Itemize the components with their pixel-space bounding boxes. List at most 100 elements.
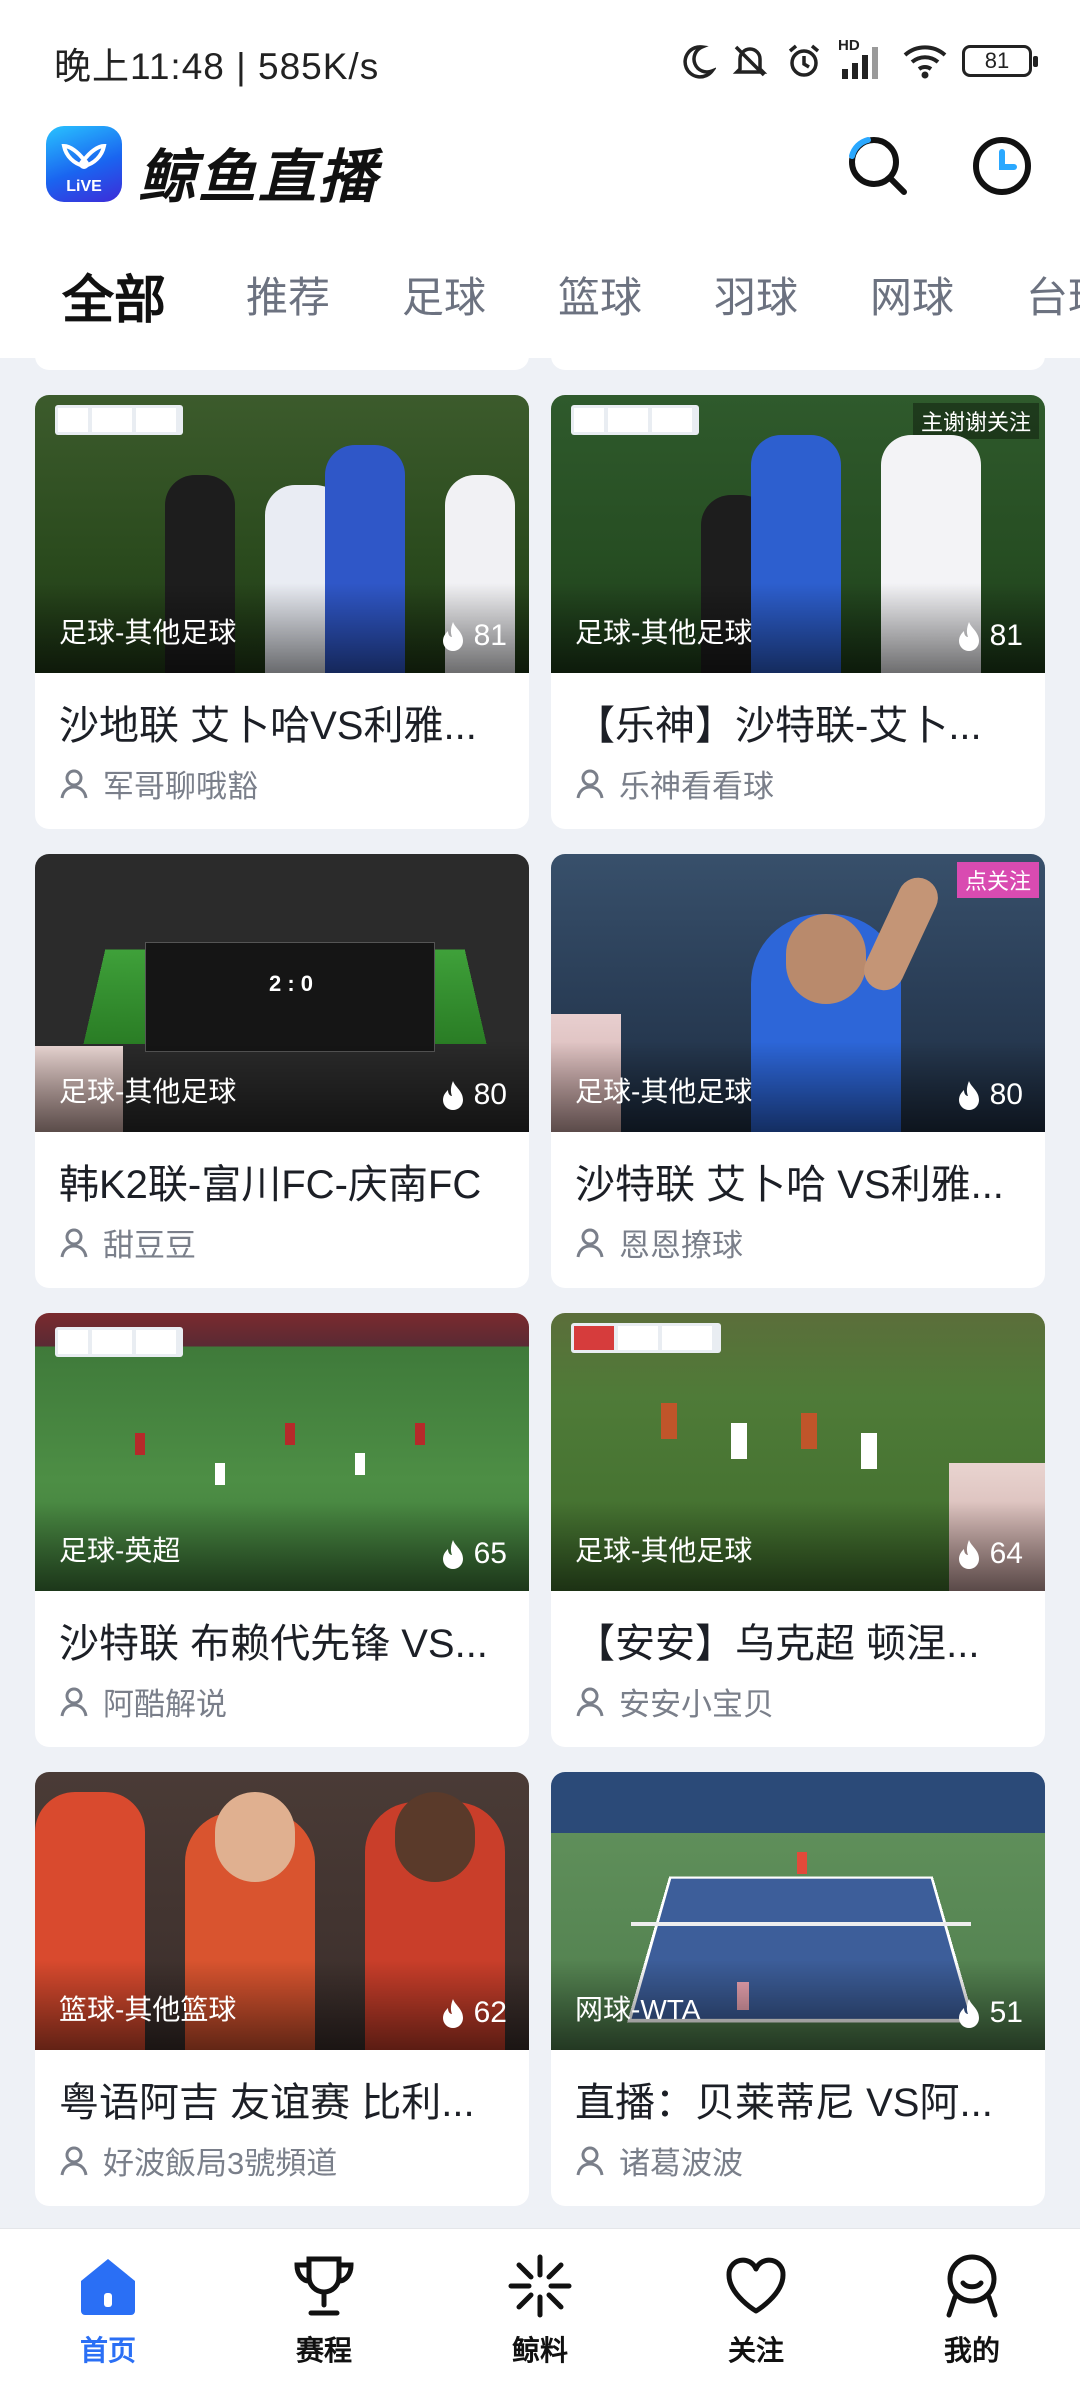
player-dot xyxy=(215,1463,225,1485)
score-overlay xyxy=(55,405,183,435)
stream-title: 【安安】乌克超 顿涅... xyxy=(575,1622,980,1666)
stream-thumbnail: 主谢谢关注 足球-其他足球 81 xyxy=(551,395,1045,673)
flame-icon xyxy=(442,1540,463,1569)
player-dot xyxy=(355,1453,365,1475)
battery-level: 81 xyxy=(984,48,1010,73)
stream-card[interactable]: 足球-其他足球 81 沙地联 艾卜哈VS利雅... 军哥聊哦豁 xyxy=(35,395,529,829)
battery-indicator: 81 xyxy=(962,45,1038,77)
heat-value: 51 xyxy=(989,1996,1023,2029)
heat-indicator: 65 xyxy=(440,1537,507,1571)
bell-off-icon xyxy=(732,45,768,77)
stream-card[interactable]: 2 : 0 足球-其他足球 80 韩K2联-富川FC-庆南FC 甜豆豆 xyxy=(35,854,529,1288)
player-dot xyxy=(861,1433,877,1469)
user-icon xyxy=(576,769,604,798)
stream-category: 足球-英超 xyxy=(59,1535,181,1566)
user-icon xyxy=(60,769,88,798)
stream-title: 沙特联 布赖代先锋 VS... xyxy=(59,1622,488,1666)
tab-tennis[interactable]: 网球 xyxy=(870,264,954,325)
stream-card[interactable]: 篮球-其他篮球 62 粤语阿吉 友谊赛 比利... 好波飯局3號頻道 xyxy=(35,1772,529,2206)
player-dot xyxy=(731,1423,747,1459)
clock-icon xyxy=(973,137,1031,195)
app-logo: LiVE xyxy=(46,126,122,202)
stream-card[interactable]: 点关注 足球-其他足球 80 沙特联 艾卜哈 VS利雅... 恩恩撩球 xyxy=(551,854,1045,1288)
app-name: 鲸鱼直播 xyxy=(138,145,379,210)
app-header: LiVE 鲸鱼直播 xyxy=(0,120,1080,250)
heat-indicator: 81 xyxy=(956,619,1023,653)
search-button[interactable] xyxy=(842,130,914,202)
stream-thumbnail: 点关注 足球-其他足球 80 xyxy=(551,854,1045,1132)
stream-card[interactable]: 足球-其他足球 64 【安安】乌克超 顿涅... 安安小宝贝 xyxy=(551,1313,1045,1747)
score-overlay xyxy=(571,1323,721,1353)
network-type-label: HD xyxy=(838,37,860,54)
nav-label: 赛程 xyxy=(295,2335,352,2366)
bottom-navigation: 首页 赛程 鲸料 关注 我的 xyxy=(0,2228,1080,2400)
stream-card[interactable]: 主谢谢关注 足球-其他足球 81 【乐神】沙特联-艾卜... 乐神看看球 xyxy=(551,395,1045,829)
stream-author: 军哥聊哦豁 xyxy=(59,761,258,806)
flame-icon xyxy=(442,1081,463,1110)
scoreboard-panel: 2 : 0 xyxy=(145,942,435,1052)
heat-indicator: 62 xyxy=(440,1996,507,2030)
nav-schedule[interactable]: 赛程 xyxy=(254,2251,394,2381)
heat-value: 64 xyxy=(989,1537,1023,1570)
stream-card[interactable]: 足球-英超 65 沙特联 布赖代先锋 VS... 阿酷解说 xyxy=(35,1313,529,1747)
alarm-icon xyxy=(788,44,820,77)
heat-indicator: 81 xyxy=(440,619,507,653)
tab-football[interactable]: 足球 xyxy=(402,264,486,325)
stream-thumbnail: 篮球-其他篮球 62 xyxy=(35,1772,529,2050)
stream-category: 足球-其他足球 xyxy=(575,617,753,648)
heat-value: 80 xyxy=(989,1078,1023,1111)
status-icons: HD 81 xyxy=(676,37,1038,84)
stream-title: 粤语阿吉 友谊赛 比利... xyxy=(59,2081,475,2125)
user-icon xyxy=(576,1228,604,1257)
signal-indicator: HD xyxy=(838,37,888,81)
nav-label: 鲸料 xyxy=(511,2335,568,2366)
stream-author: 好波飯局3號頻道 xyxy=(59,2138,337,2183)
tab-basketball[interactable]: 篮球 xyxy=(558,264,642,325)
nav-profile[interactable]: 我的 xyxy=(902,2251,1042,2381)
player-dot xyxy=(135,1433,145,1455)
stream-category: 篮球-其他篮球 xyxy=(59,1994,237,2025)
logo-badge-label: LiVE xyxy=(66,178,102,195)
stream-category: 网球-WTA xyxy=(575,1994,701,2025)
flame-icon xyxy=(958,1540,979,1569)
wifi-icon xyxy=(903,45,947,79)
player-dot xyxy=(661,1403,677,1439)
stream-title: 沙地联 艾卜哈VS利雅... xyxy=(59,704,477,748)
top-area: 晚上11:48 | 585K/s HD 81 LiVE 鲸鱼直播 全部 推荐 足… xyxy=(0,0,1080,358)
stream-author: 恩恩撩球 xyxy=(575,1220,743,1265)
stream-thumbnail: 2 : 0 足球-其他足球 80 xyxy=(35,854,529,1132)
nav-whale-news[interactable]: 鲸料 xyxy=(470,2251,610,2381)
stream-title: 【乐神】沙特联-艾卜... xyxy=(575,704,982,748)
author-name: 阿酷解说 xyxy=(103,1687,227,1722)
player-head xyxy=(215,1792,295,1882)
stream-card[interactable]: 网球-WTA 51 直播：贝莱蒂尼 VS阿... 诸葛波波 xyxy=(551,1772,1045,2206)
heat-value: 65 xyxy=(473,1537,507,1570)
search-icon xyxy=(849,137,907,195)
player-dot xyxy=(801,1413,817,1449)
player-dot xyxy=(285,1423,295,1445)
tab-billiards[interactable]: 台球 xyxy=(1026,264,1080,325)
heat-indicator: 80 xyxy=(956,1078,1023,1112)
stream-category: 足球-其他足球 xyxy=(59,617,237,648)
tab-recommend[interactable]: 推荐 xyxy=(246,264,330,325)
nav-follow[interactable]: 关注 xyxy=(686,2251,826,2381)
court-net xyxy=(631,1922,971,1926)
stream-thumbnail: 网球-WTA 51 xyxy=(551,1772,1045,2050)
author-name: 恩恩撩球 xyxy=(619,1228,743,1263)
card-peek xyxy=(551,346,1045,370)
trophy-icon xyxy=(294,2256,354,2316)
flame-icon xyxy=(958,1999,979,2028)
stream-author: 诸葛波波 xyxy=(575,2138,743,2183)
home-icon xyxy=(81,2259,135,2315)
stream-category: 足球-其他足球 xyxy=(59,1076,237,1107)
tab-badminton[interactable]: 羽球 xyxy=(714,264,798,325)
nav-home[interactable]: 首页 xyxy=(38,2251,178,2381)
card-peek xyxy=(35,346,529,370)
category-tabs: 全部 推荐 足球 篮球 羽球 网球 台球 xyxy=(0,250,1080,358)
author-name: 甜豆豆 xyxy=(103,1228,196,1263)
heat-indicator: 64 xyxy=(956,1537,1023,1571)
stream-author: 甜豆豆 xyxy=(59,1220,196,1265)
player-dot xyxy=(415,1423,425,1445)
tab-all[interactable]: 全部 xyxy=(62,258,166,333)
history-button[interactable] xyxy=(966,130,1038,202)
